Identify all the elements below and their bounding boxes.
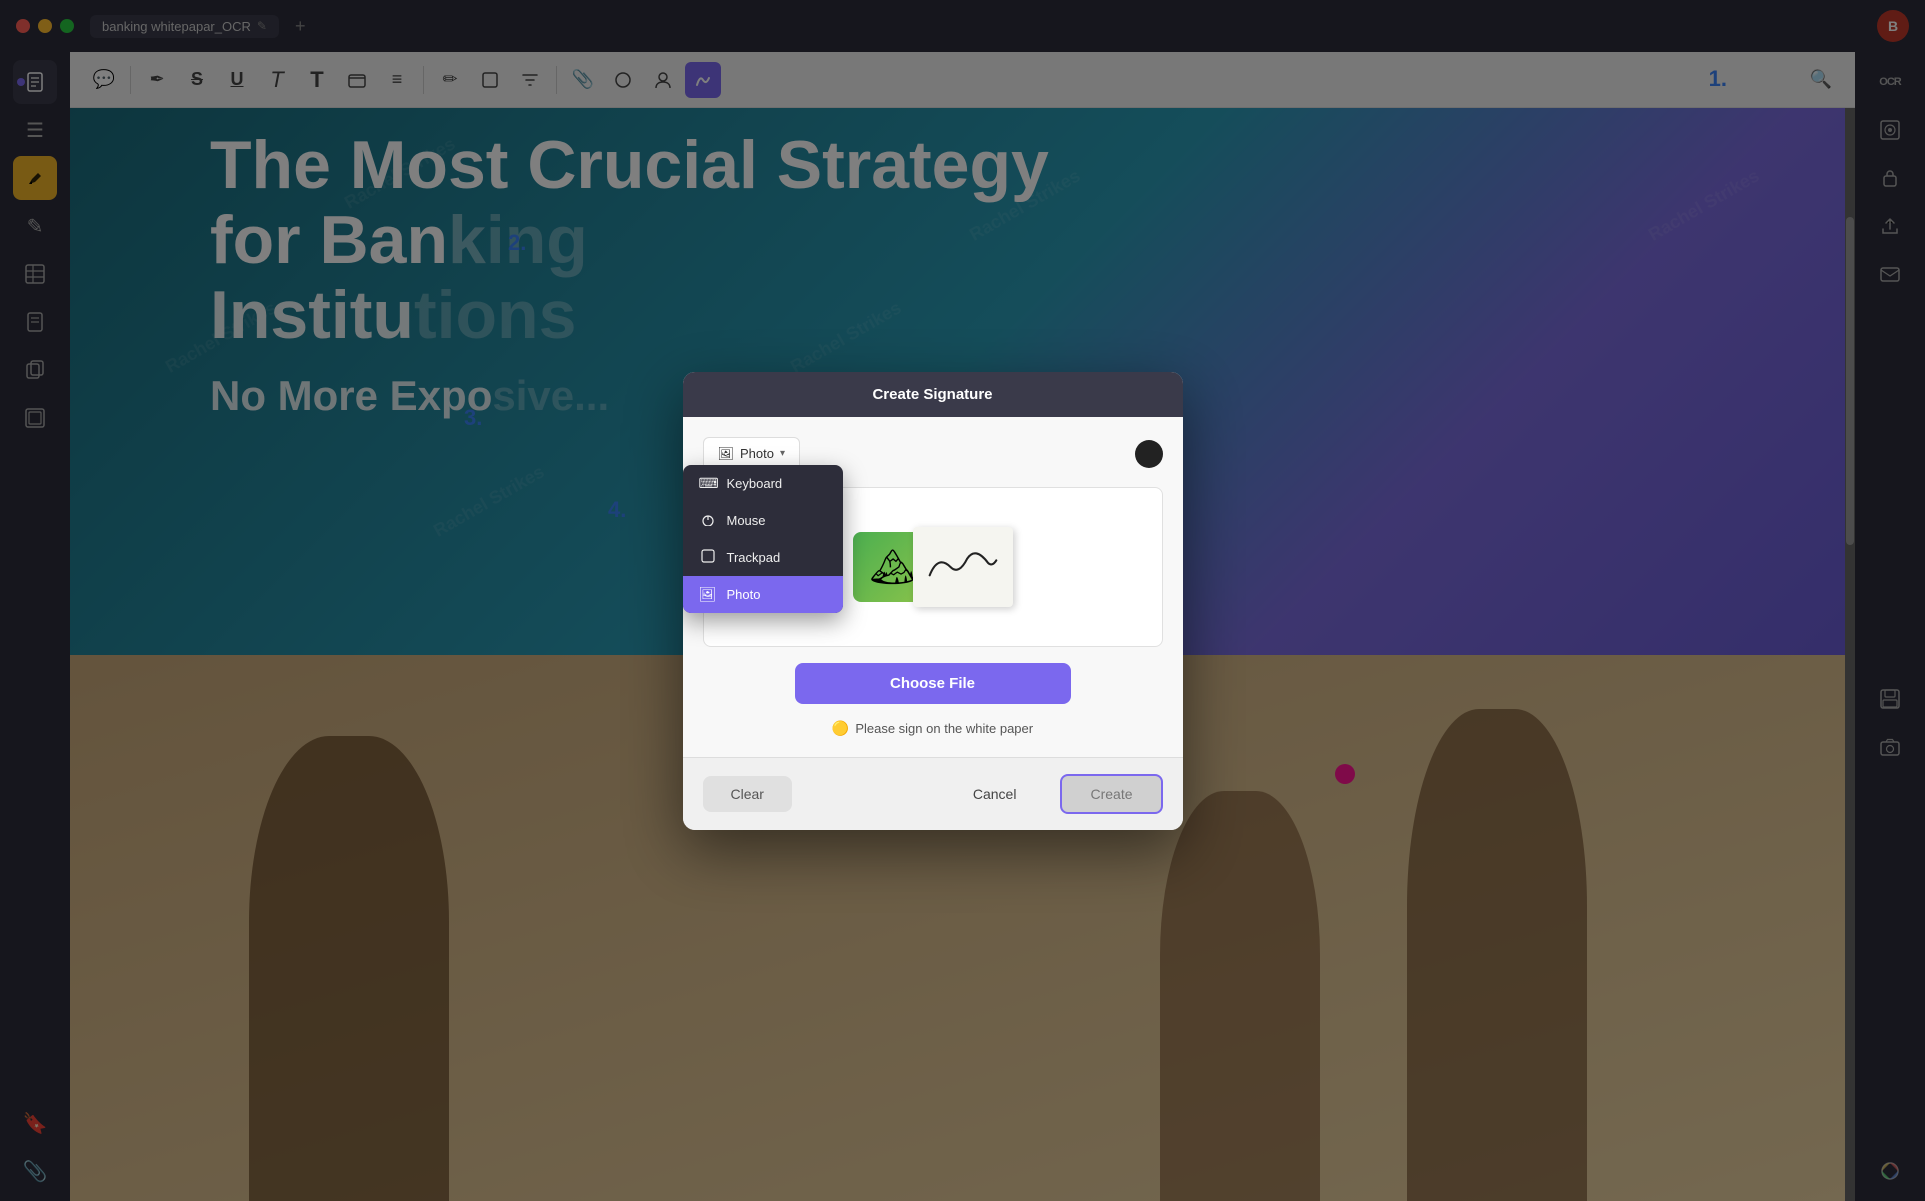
photo-label: Photo [727, 587, 761, 602]
dropdown-menu: ⌨ Keyboard Mouse Trackpad 🖼 [683, 465, 843, 613]
modal-overlay: Create Signature 🖼 Photo ▾ ⌨ Keyboard [0, 0, 1925, 1201]
modal-header: Create Signature [683, 372, 1183, 417]
hint-row: 🟡 Please sign on the white paper [703, 720, 1163, 737]
keyboard-label: Keyboard [727, 476, 783, 491]
signature-drawing [913, 517, 1013, 617]
create-signature-modal: Create Signature 🖼 Photo ▾ ⌨ Keyboard [683, 372, 1183, 830]
signature-paper [913, 527, 1013, 607]
dropdown-item-mouse[interactable]: Mouse [683, 502, 843, 539]
clear-button[interactable]: Clear [703, 776, 792, 812]
mouse-icon [699, 512, 717, 529]
color-picker-button[interactable] [1135, 440, 1163, 468]
footer-right-buttons: Cancel Create [945, 774, 1163, 814]
dropdown-item-trackpad[interactable]: Trackpad [683, 539, 843, 576]
cancel-button[interactable]: Cancel [945, 776, 1045, 812]
choose-file-button[interactable]: Choose File [795, 663, 1071, 704]
create-button[interactable]: Create [1060, 774, 1162, 814]
dropdown-item-photo[interactable]: 🖼 Photo [683, 576, 843, 613]
chevron-down-icon: ▾ [780, 448, 785, 459]
trackpad-label: Trackpad [727, 550, 781, 565]
keyboard-icon: ⌨ [699, 475, 717, 492]
mouse-label: Mouse [727, 513, 766, 528]
trackpad-icon [699, 549, 717, 566]
mode-label: Photo [740, 446, 774, 461]
photo-menu-icon: 🖼 [699, 586, 717, 603]
signature-image-placeholder [853, 527, 1013, 607]
modal-body: 🖼 Photo ▾ ⌨ Keyboard Mouse [683, 417, 1183, 757]
hint-text: Please sign on the white paper [855, 721, 1033, 736]
modal-title: Create Signature [872, 386, 992, 403]
dropdown-item-keyboard[interactable]: ⌨ Keyboard [683, 465, 843, 502]
mode-icon: 🖼 [718, 446, 735, 462]
warning-icon: 🟡 [832, 720, 849, 737]
modal-footer: Clear Cancel Create [683, 757, 1183, 830]
